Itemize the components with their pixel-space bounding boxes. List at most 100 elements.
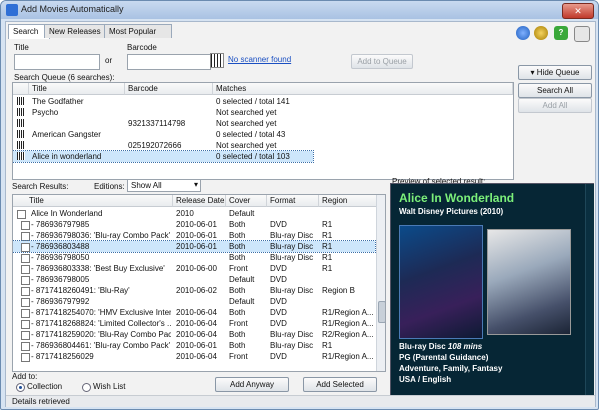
queue-col-matches[interactable]: Matches (213, 83, 513, 95)
queue-col-barcode[interactable]: Barcode (125, 83, 213, 95)
settings-gear-icon[interactable] (534, 26, 548, 40)
add-all-button[interactable]: Add All (518, 98, 592, 113)
queue-row[interactable]: 9321337114798 Not searched yet (13, 118, 513, 129)
result-row[interactable]: - 786936803488 2010-06-01 Both Blu-ray Disc… (13, 240, 376, 253)
editions-dropdown[interactable]: Show All ▾ (127, 179, 201, 192)
result-cell-format: Blu-ray Disc (270, 341, 314, 350)
result-cell-cover: Default (229, 275, 255, 284)
wish-list-radio[interactable] (82, 383, 91, 392)
results-col-region[interactable]: Region (319, 195, 377, 207)
queue-row[interactable]: Psycho Not searched yet (13, 107, 513, 118)
queue-row[interactable]: Alice in wonderland 0 selected / total 1… (13, 150, 314, 163)
result-cell-cover: Front (229, 352, 248, 361)
result-row-checkbox[interactable] (21, 331, 30, 340)
result-cell-date: 2010-06-04 (176, 352, 217, 361)
editions-value: Show All (131, 181, 162, 190)
results-col-cover[interactable]: Cover (226, 195, 267, 207)
result-cell-format: DVD (270, 297, 287, 306)
result-cell-date: 2010-06-01 (176, 220, 217, 229)
main-panel: Search New Releases Most Popular ? Title… (5, 21, 596, 407)
result-row[interactable]: Alice In Wonderland 2010 Default (13, 208, 375, 219)
result-row[interactable]: - 786936803338: 'Best Buy Exclusive' 2010… (13, 263, 375, 274)
result-cell-format: DVD (270, 220, 287, 229)
tab-most-popular[interactable]: Most Popular (104, 24, 172, 38)
result-row-checkbox[interactable] (21, 342, 30, 351)
queue-row-title: Psycho (32, 108, 59, 117)
result-row[interactable]: - 786936797992 Default DVD (13, 296, 375, 307)
result-row[interactable]: - 8717418268824: 'Limited Collector's ..… (13, 318, 375, 329)
result-row-checkbox[interactable] (21, 221, 30, 230)
preview-rating: PG (Parental Guidance) (399, 353, 489, 362)
result-cell-region (322, 208, 376, 219)
results-col-title[interactable]: Title (13, 195, 173, 207)
result-row[interactable]: - 8717418259020: 'Blu-Ray Combo Pack' 201… (13, 329, 375, 340)
result-row-checkbox[interactable] (21, 232, 30, 241)
queue-row[interactable]: 025192072666 Not searched yet (13, 140, 513, 151)
result-row-checkbox[interactable] (21, 276, 30, 285)
results-scrollbar[interactable] (376, 195, 385, 371)
result-cell-title: - 8717418259020: 'Blu-Ray Combo Pack' (31, 330, 171, 339)
result-row-checkbox[interactable] (21, 254, 30, 263)
results-col-release-date[interactable]: Release Date (173, 195, 226, 207)
queue-row-barcode (128, 129, 212, 140)
close-button[interactable]: ✕ (562, 3, 594, 19)
queue-row-matches: Not searched yet (216, 108, 277, 117)
queue-row-title (32, 118, 124, 129)
result-row[interactable]: - 8717418254070: 'HMV Exclusive Inter...… (13, 307, 375, 318)
barcode-icon (17, 108, 25, 116)
queue-row-matches: 0 selected / total 141 (216, 97, 290, 106)
status-text: Details retrieved (12, 397, 70, 406)
queue-row-barcode (128, 96, 212, 107)
result-row-checkbox[interactable] (21, 243, 30, 252)
queue-col-title[interactable]: Title (29, 83, 125, 95)
add-to-label: Add to: (12, 372, 38, 381)
result-row[interactable]: - 786936798036: 'Blu-ray Combo Pack' 2010… (13, 230, 375, 241)
title-input[interactable] (14, 54, 100, 70)
no-scanner-link[interactable]: No scanner found (228, 55, 291, 64)
tab-new-releases[interactable]: New Releases (44, 24, 110, 38)
add-anyway-button[interactable]: Add Anyway (215, 377, 289, 392)
result-row-checkbox[interactable] (21, 320, 30, 329)
result-cell-title: - 786936803338: 'Best Buy Exclusive' (31, 264, 165, 273)
globe-icon[interactable] (516, 26, 530, 40)
queue-row-title: The Godfather (32, 97, 84, 106)
queue-row[interactable]: American Gangster 0 selected / total 43 (13, 129, 513, 140)
help-icon[interactable]: ? (554, 26, 568, 40)
hide-queue-label: Hide Queue (536, 68, 580, 77)
export-icon[interactable] (574, 26, 590, 42)
collection-radio[interactable] (16, 383, 25, 392)
wish-list-label: Wish List (93, 382, 126, 391)
result-row[interactable]: - 786936804461: 'Blu-ray Combo Pack' 2010… (13, 340, 375, 351)
result-row[interactable]: - 786936798050 Both Blu-ray Disc R1 (13, 252, 375, 263)
result-row[interactable]: - 786936797985 2010-06-01 Both DVD R1 (13, 219, 375, 230)
result-row-checkbox[interactable] (17, 210, 26, 219)
hide-queue-button[interactable]: ▾ Hide Queue (518, 65, 592, 80)
result-row-checkbox[interactable] (21, 265, 30, 274)
barcode-icon (17, 97, 25, 105)
results-col-format[interactable]: Format (267, 195, 319, 207)
app-icon (6, 4, 18, 16)
result-cell-region (322, 296, 376, 307)
scrollbar-thumb[interactable] (378, 301, 385, 323)
result-row[interactable]: - 8717418256029 2010-06-04 Front DVD R1/Regi… (13, 351, 375, 362)
queue-col-icon (13, 83, 29, 95)
preview-studio: Walt Disney Pictures (2010) (399, 207, 504, 216)
preview-scrollbar[interactable] (585, 184, 594, 398)
queue-row[interactable]: The Godfather 0 selected / total 141 (13, 96, 513, 107)
dropdown-arrow-icon: ▾ (193, 180, 198, 189)
result-row-checkbox[interactable] (21, 287, 30, 296)
result-cell-title: - 786936798036: 'Blu-ray Combo Pack' (31, 231, 171, 240)
add-to-queue-button[interactable]: Add to Queue (351, 54, 413, 69)
result-row-checkbox[interactable] (21, 298, 30, 307)
barcode-scanner-icon[interactable] (210, 53, 224, 68)
result-row[interactable]: - 8717418260491: 'Blu-Ray' 2010-06-02 Both… (13, 285, 375, 296)
result-cell-region: R1 (322, 242, 333, 251)
search-all-button[interactable]: Search All (518, 83, 592, 98)
result-row-checkbox[interactable] (21, 353, 30, 362)
result-row-checkbox[interactable] (21, 309, 30, 318)
result-cell-date: 2010-06-00 (176, 264, 217, 273)
barcode-input[interactable] (127, 54, 211, 70)
result-row[interactable]: - 786936798005 Default DVD (13, 274, 375, 285)
add-selected-button[interactable]: Add Selected (303, 377, 377, 392)
result-cell-cover: Both (229, 341, 246, 350)
